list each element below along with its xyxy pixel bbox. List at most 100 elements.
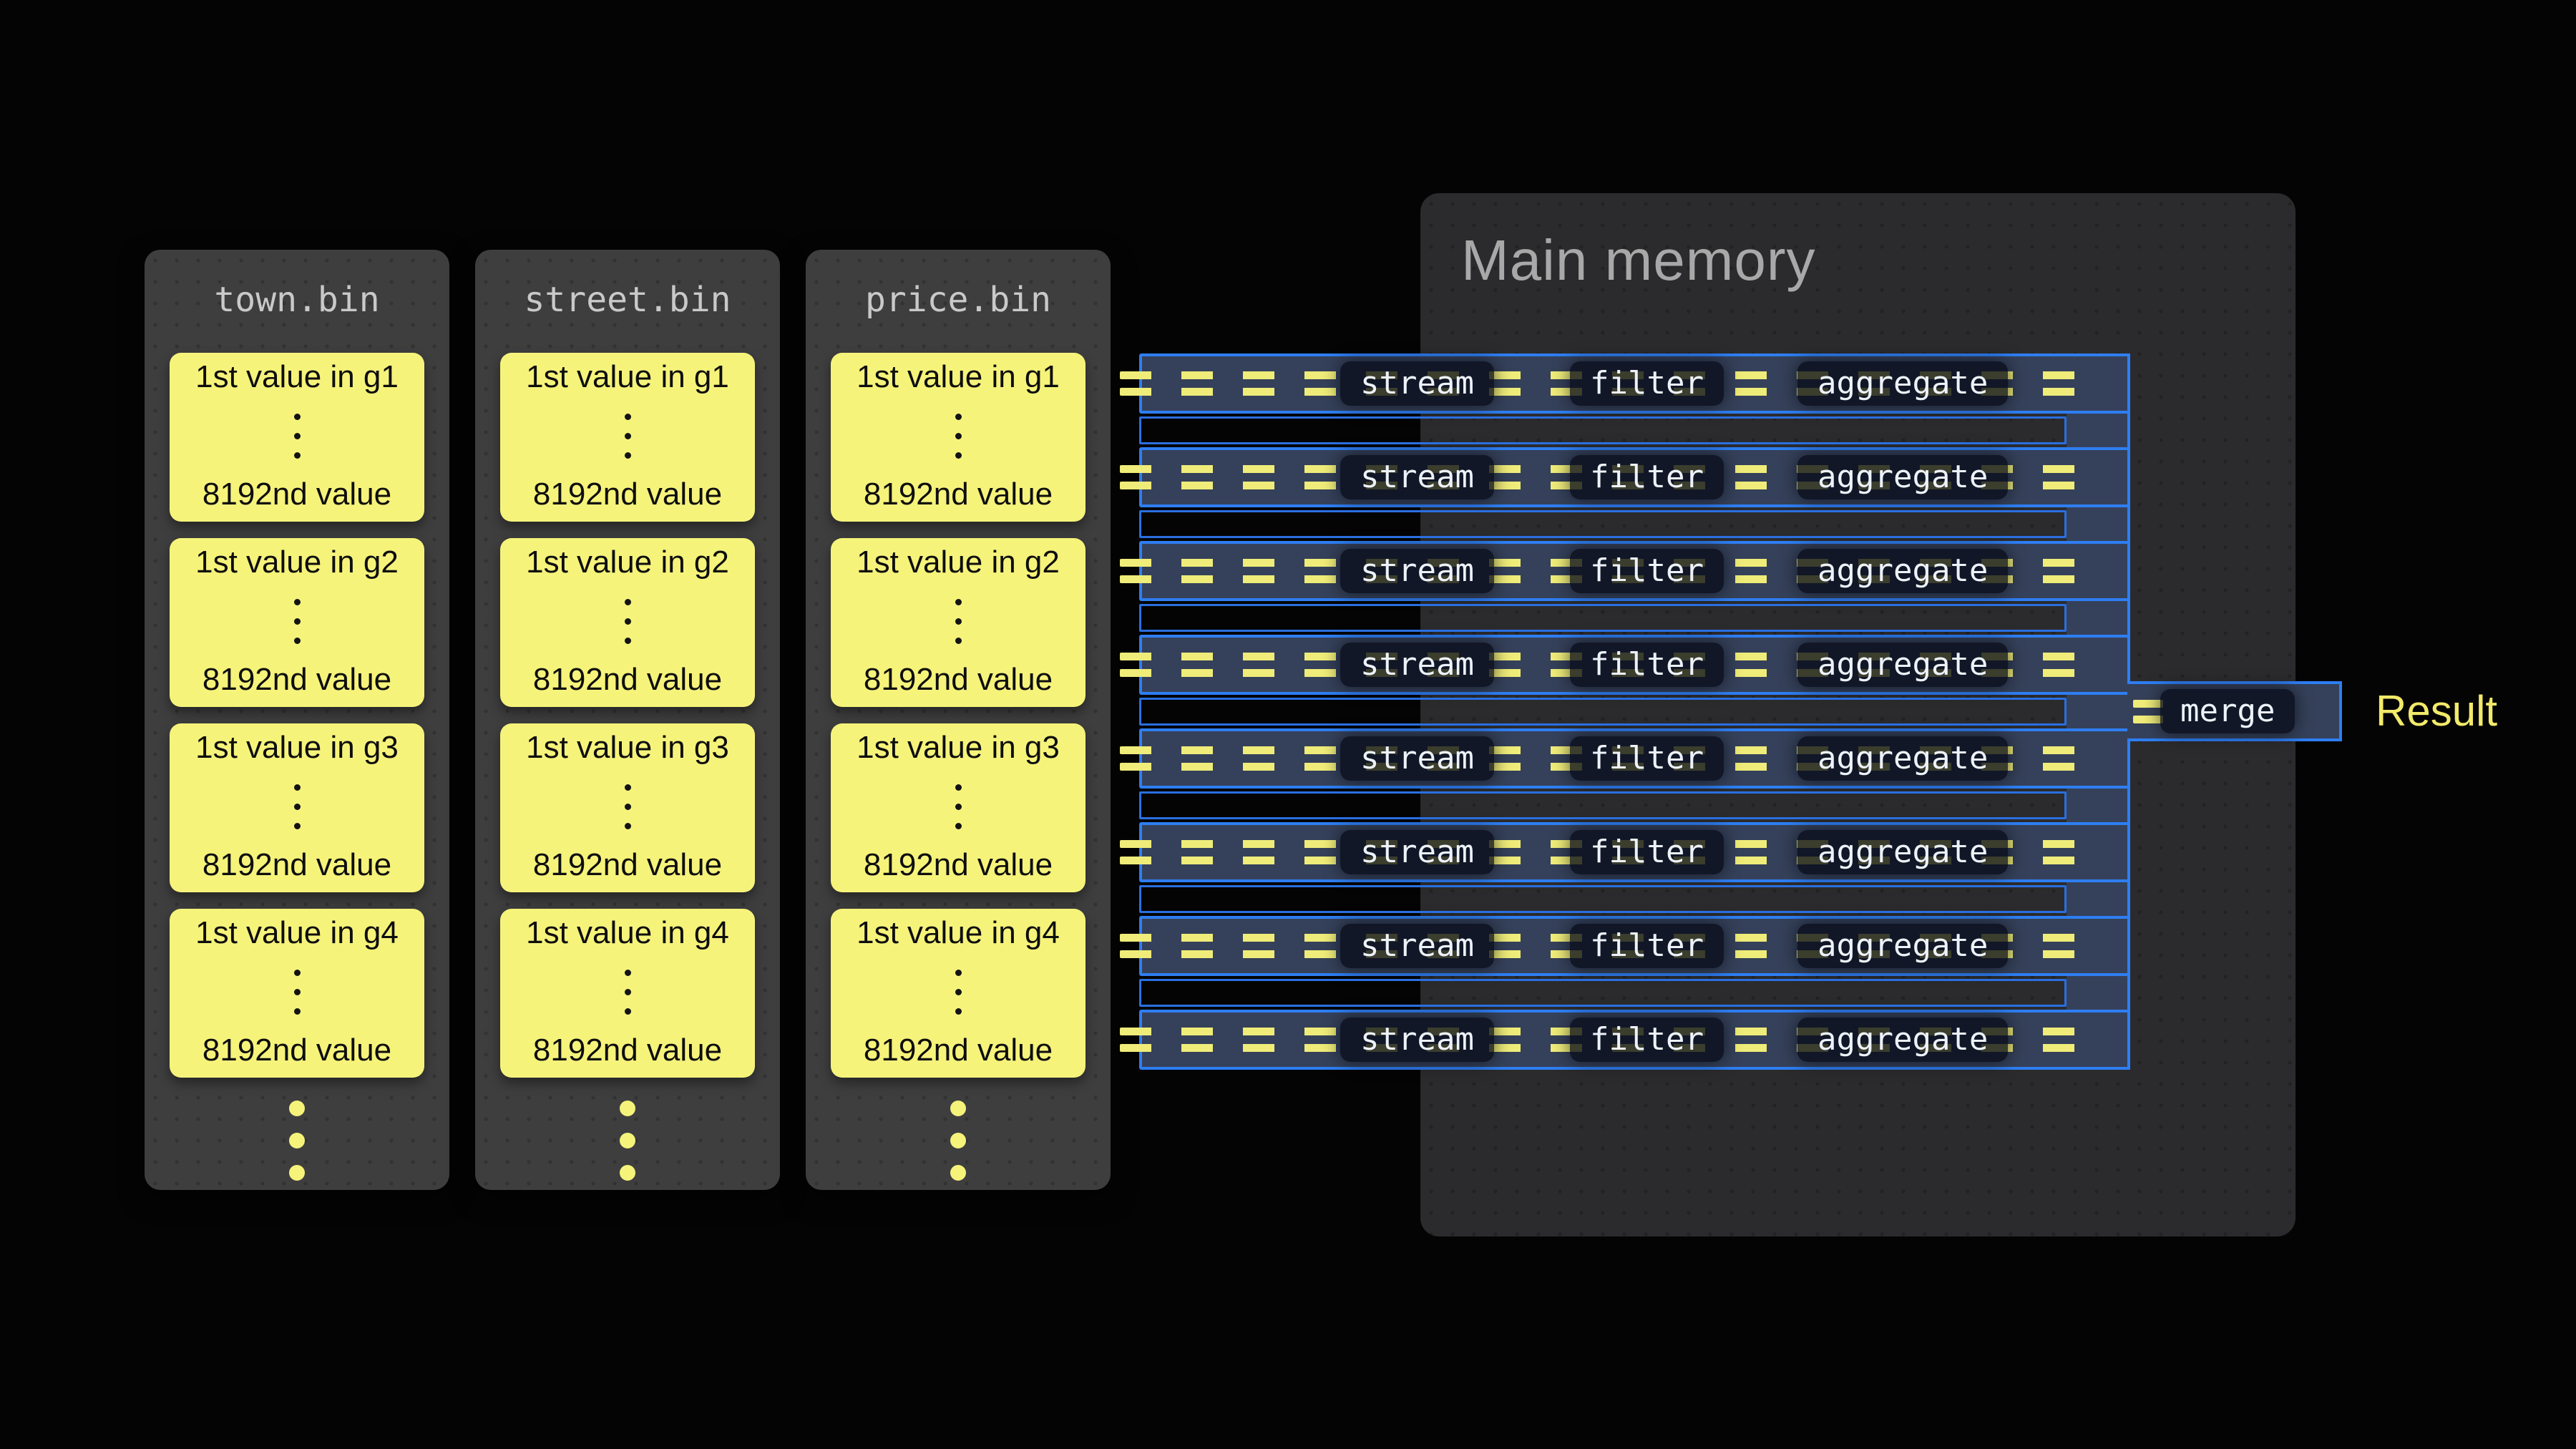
stream-chip: stream bbox=[1340, 361, 1494, 406]
group-last-value: 8192nd value bbox=[864, 476, 1053, 513]
buffer-box bbox=[1139, 510, 2067, 538]
buffer-box bbox=[1139, 885, 2067, 913]
pipeline-lane: stream filter aggregate bbox=[1139, 728, 2130, 789]
file-panel: street.bin 1st value in g1 8192nd value … bbox=[475, 250, 780, 1190]
group-first-value: 1st value in g4 bbox=[857, 914, 1060, 952]
main-memory-title: Main memory bbox=[1461, 228, 1816, 293]
ellipsis-dot-icon bbox=[620, 1133, 635, 1148]
values-ellipsis-icon bbox=[294, 784, 301, 829]
values-ellipsis-icon bbox=[625, 970, 631, 1015]
filter-chip: filter bbox=[1570, 1018, 1724, 1062]
group-first-value: 1st value in g4 bbox=[195, 914, 399, 952]
ellipsis-dot-icon bbox=[950, 1165, 966, 1181]
group-first-value: 1st value in g4 bbox=[526, 914, 729, 952]
row-group-box: 1st value in g4 8192nd value bbox=[831, 909, 1085, 1078]
buffer-box bbox=[1139, 604, 2067, 632]
aggregate-chip: aggregate bbox=[1797, 924, 2008, 968]
group-last-value: 8192nd value bbox=[203, 847, 391, 884]
stream-chip: stream bbox=[1340, 736, 1494, 781]
stream-chip: stream bbox=[1340, 830, 1494, 874]
ellipsis-dot-icon bbox=[289, 1101, 305, 1116]
row-group-box: 1st value in g1 8192nd value bbox=[500, 353, 755, 522]
buffer-box bbox=[1139, 416, 2067, 444]
group-first-value: 1st value in g2 bbox=[195, 544, 399, 581]
pipeline-lane: stream filter aggregate bbox=[1139, 541, 2130, 601]
row-group-box: 1st value in g1 8192nd value bbox=[831, 353, 1085, 522]
stream-chip: stream bbox=[1340, 1018, 1494, 1062]
row-group-box: 1st value in g2 8192nd value bbox=[170, 538, 424, 707]
group-last-value: 8192nd value bbox=[864, 661, 1053, 698]
ellipsis-dot-icon bbox=[620, 1165, 635, 1181]
pipeline-lane: stream filter aggregate bbox=[1139, 822, 2130, 882]
group-last-value: 8192nd value bbox=[533, 476, 722, 513]
file-panel: price.bin 1st value in g1 8192nd value 1… bbox=[806, 250, 1111, 1190]
values-ellipsis-icon bbox=[294, 970, 301, 1015]
group-first-value: 1st value in g2 bbox=[857, 544, 1060, 581]
aggregate-chip: aggregate bbox=[1797, 643, 2008, 687]
ellipsis-dot-icon bbox=[950, 1101, 966, 1116]
stream-chip: stream bbox=[1340, 455, 1494, 499]
filter-chip: filter bbox=[1570, 830, 1724, 874]
file-groups: 1st value in g1 8192nd value 1st value i… bbox=[500, 353, 755, 1094]
ellipsis-dot-icon bbox=[289, 1133, 305, 1148]
row-group-box: 1st value in g2 8192nd value bbox=[500, 538, 755, 707]
filter-chip: filter bbox=[1570, 643, 1724, 687]
row-group-box: 1st value in g2 8192nd value bbox=[831, 538, 1085, 707]
group-first-value: 1st value in g1 bbox=[195, 358, 399, 396]
more-groups-ellipsis bbox=[145, 1101, 449, 1181]
aggregate-chip: aggregate bbox=[1797, 361, 2008, 406]
group-first-value: 1st value in g3 bbox=[857, 729, 1060, 766]
merge-connector: merge bbox=[2127, 681, 2342, 741]
filter-chip: filter bbox=[1570, 549, 1724, 593]
values-ellipsis-icon bbox=[625, 599, 631, 644]
pipeline-lane: stream filter aggregate bbox=[1139, 635, 2130, 695]
filter-chip: filter bbox=[1570, 924, 1724, 968]
stream-chip: stream bbox=[1340, 549, 1494, 593]
group-first-value: 1st value in g1 bbox=[526, 358, 729, 396]
dash-icon bbox=[2133, 700, 2163, 723]
buffer-box bbox=[1139, 791, 2067, 819]
pipeline-lane: stream filter aggregate bbox=[1139, 1010, 2130, 1070]
row-group-box: 1st value in g3 8192nd value bbox=[170, 723, 424, 892]
file-title: price.bin bbox=[806, 250, 1111, 320]
stream-chip: stream bbox=[1340, 643, 1494, 687]
ellipsis-dot-icon bbox=[620, 1101, 635, 1116]
values-ellipsis-icon bbox=[955, 414, 962, 459]
group-first-value: 1st value in g1 bbox=[857, 358, 1060, 396]
row-group-box: 1st value in g1 8192nd value bbox=[170, 353, 424, 522]
file-groups: 1st value in g1 8192nd value 1st value i… bbox=[831, 353, 1085, 1094]
ellipsis-dot-icon bbox=[289, 1165, 305, 1181]
group-last-value: 8192nd value bbox=[203, 661, 391, 698]
group-last-value: 8192nd value bbox=[533, 1032, 722, 1069]
file-panel: town.bin 1st value in g1 8192nd value 1s… bbox=[145, 250, 449, 1190]
ellipsis-dot-icon bbox=[950, 1133, 966, 1148]
values-ellipsis-icon bbox=[294, 599, 301, 644]
filter-chip: filter bbox=[1570, 736, 1724, 781]
group-last-value: 8192nd value bbox=[203, 1032, 391, 1069]
row-group-box: 1st value in g3 8192nd value bbox=[500, 723, 755, 892]
result-label: Result bbox=[2376, 685, 2497, 738]
group-last-value: 8192nd value bbox=[864, 847, 1053, 884]
values-ellipsis-icon bbox=[955, 599, 962, 644]
row-group-box: 1st value in g4 8192nd value bbox=[170, 909, 424, 1078]
pipeline-assembly: stream filter aggregate stream filter ag… bbox=[1139, 353, 2130, 1070]
pipeline-lane: stream filter aggregate bbox=[1139, 353, 2130, 414]
group-first-value: 1st value in g3 bbox=[195, 729, 399, 766]
pipeline-lane: stream filter aggregate bbox=[1139, 447, 2130, 507]
group-last-value: 8192nd value bbox=[203, 476, 391, 513]
aggregate-chip: aggregate bbox=[1797, 1018, 2008, 1062]
values-ellipsis-icon bbox=[955, 784, 962, 829]
aggregate-chip: aggregate bbox=[1797, 549, 2008, 593]
file-title: street.bin bbox=[475, 250, 780, 320]
merge-chip: merge bbox=[2160, 689, 2295, 733]
group-last-value: 8192nd value bbox=[864, 1032, 1053, 1069]
buffer-box bbox=[1139, 979, 2067, 1007]
buffer-box bbox=[1139, 698, 2067, 726]
values-ellipsis-icon bbox=[294, 414, 301, 459]
more-groups-ellipsis bbox=[806, 1101, 1111, 1181]
row-group-box: 1st value in g3 8192nd value bbox=[831, 723, 1085, 892]
more-groups-ellipsis bbox=[475, 1101, 780, 1181]
aggregate-chip: aggregate bbox=[1797, 736, 2008, 781]
row-group-box: 1st value in g4 8192nd value bbox=[500, 909, 755, 1078]
stream-chip: stream bbox=[1340, 924, 1494, 968]
